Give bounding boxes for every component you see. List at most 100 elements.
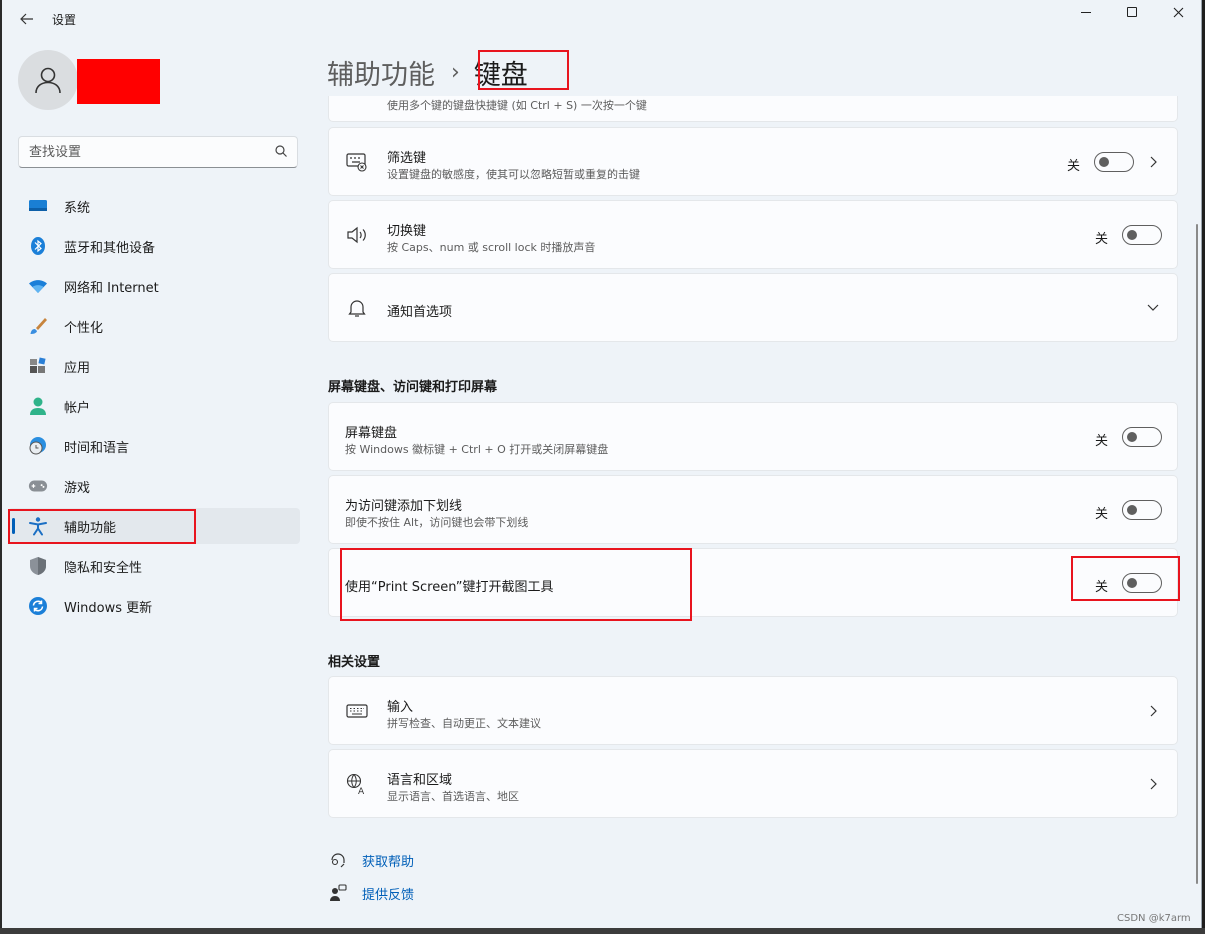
annotation-box-sidebar	[8, 509, 196, 544]
row-description: 按 Caps、num 或 scroll lock 时播放声音	[387, 241, 596, 254]
vertical-scrollbar[interactable]	[1196, 224, 1198, 884]
toggle-state-label: 关	[1067, 159, 1081, 174]
taskbar-strip	[0, 928, 1205, 934]
access-keys-underline-row[interactable]: 为访问键添加下划线 即使不按住 Alt，访问键也会带下划线 关	[328, 475, 1178, 544]
section-heading: 屏幕键盘、访问键和打印屏幕	[328, 380, 498, 395]
row-description: 拼写检查、自动更正、文本建议	[387, 717, 541, 730]
typing-row[interactable]: 输入 拼写检查、自动更正、文本建议	[328, 676, 1178, 745]
search-box[interactable]	[18, 136, 298, 168]
watermark: CSDN @k7arm	[1117, 913, 1191, 924]
sidebar-item-label: 网络和 Internet	[64, 280, 159, 296]
globe-clock-icon	[28, 436, 48, 456]
keyboard-filter-icon	[345, 150, 369, 174]
annotation-box-title	[478, 50, 569, 90]
row-title: 通知首选项	[387, 305, 453, 320]
gamepad-icon	[28, 476, 48, 496]
row-description: 显示语言、首选语言、地区	[387, 790, 519, 803]
sidebar-item-privacy[interactable]: 隐私和安全性	[8, 548, 300, 584]
minimize-button[interactable]	[1066, 2, 1106, 22]
sidebar-item-personalization[interactable]: 个性化	[8, 308, 300, 344]
row-title: 输入	[387, 700, 414, 715]
feedback-icon	[328, 883, 348, 903]
get-help-link[interactable]: 获取帮助	[328, 849, 414, 871]
language-region-row[interactable]: A 语言和区域 显示语言、首选语言、地区	[328, 749, 1178, 818]
chevron-right-icon[interactable]	[1146, 777, 1160, 791]
sidebar-item-label: 隐私和安全性	[64, 560, 143, 576]
sidebar-nav: 系统 蓝牙和其他设备 网络和 Internet 个性化 应用 帐户 时间和语言	[8, 188, 300, 628]
sidebar-item-time-language[interactable]: 时间和语言	[8, 428, 300, 464]
access-keys-toggle[interactable]	[1122, 500, 1162, 520]
sidebar-item-label: Windows 更新	[64, 600, 153, 616]
row-description: 使用多个键的键盘快捷键 (如 Ctrl + S) 一次按一个键	[387, 99, 647, 112]
maximize-button[interactable]	[1112, 2, 1152, 22]
svg-text:A: A	[358, 787, 365, 795]
main-content: 使用多个键的键盘快捷键 (如 Ctrl + S) 一次按一个键 筛选键 设置键盘…	[328, 96, 1178, 928]
filter-keys-row[interactable]: 筛选键 设置键盘的敏感度，使其可以忽略短暂或重复的击键 关	[328, 127, 1178, 196]
person-icon	[28, 396, 48, 416]
arrow-left-icon	[20, 13, 33, 25]
annotation-box-toggle	[1071, 556, 1180, 601]
chevron-right-icon[interactable]	[1146, 704, 1160, 718]
toggle-keys-toggle[interactable]	[1122, 225, 1162, 245]
toggle-state-label: 关	[1095, 434, 1109, 449]
sidebar-item-label: 时间和语言	[64, 440, 130, 456]
row-title: 筛选键	[387, 151, 427, 166]
sticky-keys-card-partial[interactable]: 使用多个键的键盘快捷键 (如 Ctrl + S) 一次按一个键	[328, 96, 1178, 122]
chevron-down-icon[interactable]	[1146, 301, 1160, 315]
help-icon	[328, 850, 348, 870]
onscreen-keyboard-toggle[interactable]	[1122, 427, 1162, 447]
onscreen-keyboard-row[interactable]: 屏幕键盘 按 Windows 徽标键 + Ctrl + O 打开或关闭屏幕键盘 …	[328, 402, 1178, 471]
avatar[interactable]	[18, 50, 78, 110]
toggle-knob	[1099, 157, 1109, 167]
toggle-state-label: 关	[1095, 232, 1109, 247]
sidebar-item-network[interactable]: 网络和 Internet	[8, 268, 300, 304]
sidebar-item-apps[interactable]: 应用	[8, 348, 300, 384]
give-feedback-link[interactable]: 提供反馈	[328, 882, 414, 904]
language-icon: A	[345, 772, 369, 796]
sidebar-item-label: 帐户	[64, 400, 91, 416]
wifi-icon	[28, 276, 48, 296]
sidebar-item-bluetooth[interactable]: 蓝牙和其他设备	[8, 228, 300, 264]
username-redaction	[77, 59, 160, 104]
breadcrumb-separator: ›	[451, 59, 460, 85]
title-bar: 设置	[2, 0, 1201, 38]
settings-window: 设置 系统 蓝牙和其他设备 网络和 Internet 个性化	[2, 0, 1202, 928]
toggle-knob	[1127, 230, 1137, 240]
bluetooth-icon	[28, 236, 48, 256]
row-description: 按 Windows 徽标键 + Ctrl + O 打开或关闭屏幕键盘	[345, 443, 609, 456]
sidebar-item-gaming[interactable]: 游戏	[8, 468, 300, 504]
speaker-icon	[345, 223, 369, 247]
shield-icon	[28, 556, 48, 576]
apps-icon	[28, 356, 48, 376]
breadcrumb-parent[interactable]: 辅助功能	[327, 53, 435, 92]
maximize-icon	[1127, 7, 1137, 17]
search-input[interactable]	[19, 137, 259, 167]
notification-preferences-row[interactable]: 通知首选项	[328, 273, 1178, 342]
filter-keys-toggle[interactable]	[1094, 152, 1134, 172]
monitor-icon	[28, 196, 48, 216]
sidebar-item-windows-update[interactable]: Windows 更新	[8, 588, 300, 624]
sidebar-item-label: 游戏	[64, 480, 91, 496]
sidebar-item-system[interactable]: 系统	[8, 188, 300, 224]
app-title: 设置	[52, 13, 77, 27]
sidebar-item-accounts[interactable]: 帐户	[8, 388, 300, 424]
search-icon[interactable]	[274, 144, 288, 158]
back-button[interactable]	[14, 8, 40, 30]
row-description: 即使不按住 Alt，访问键也会带下划线	[345, 516, 529, 529]
sidebar-item-label: 个性化	[64, 320, 104, 336]
sidebar-item-label: 应用	[64, 360, 91, 376]
toggle-keys-row[interactable]: 切换键 按 Caps、num 或 scroll lock 时播放声音 关	[328, 200, 1178, 269]
close-button[interactable]	[1158, 2, 1198, 22]
minimize-icon	[1081, 11, 1091, 13]
toggle-state-label: 关	[1095, 507, 1109, 522]
close-icon	[1173, 7, 1183, 17]
keyboard-icon	[345, 699, 369, 723]
brush-icon	[28, 316, 48, 336]
sidebar-item-label: 蓝牙和其他设备	[64, 240, 156, 256]
sidebar-item-label: 系统	[64, 200, 91, 216]
toggle-knob	[1127, 505, 1137, 515]
chevron-right-icon[interactable]	[1146, 155, 1160, 169]
get-help-link-text[interactable]: 获取帮助	[362, 851, 414, 870]
bell-icon	[345, 296, 369, 320]
give-feedback-link-text[interactable]: 提供反馈	[362, 884, 414, 903]
